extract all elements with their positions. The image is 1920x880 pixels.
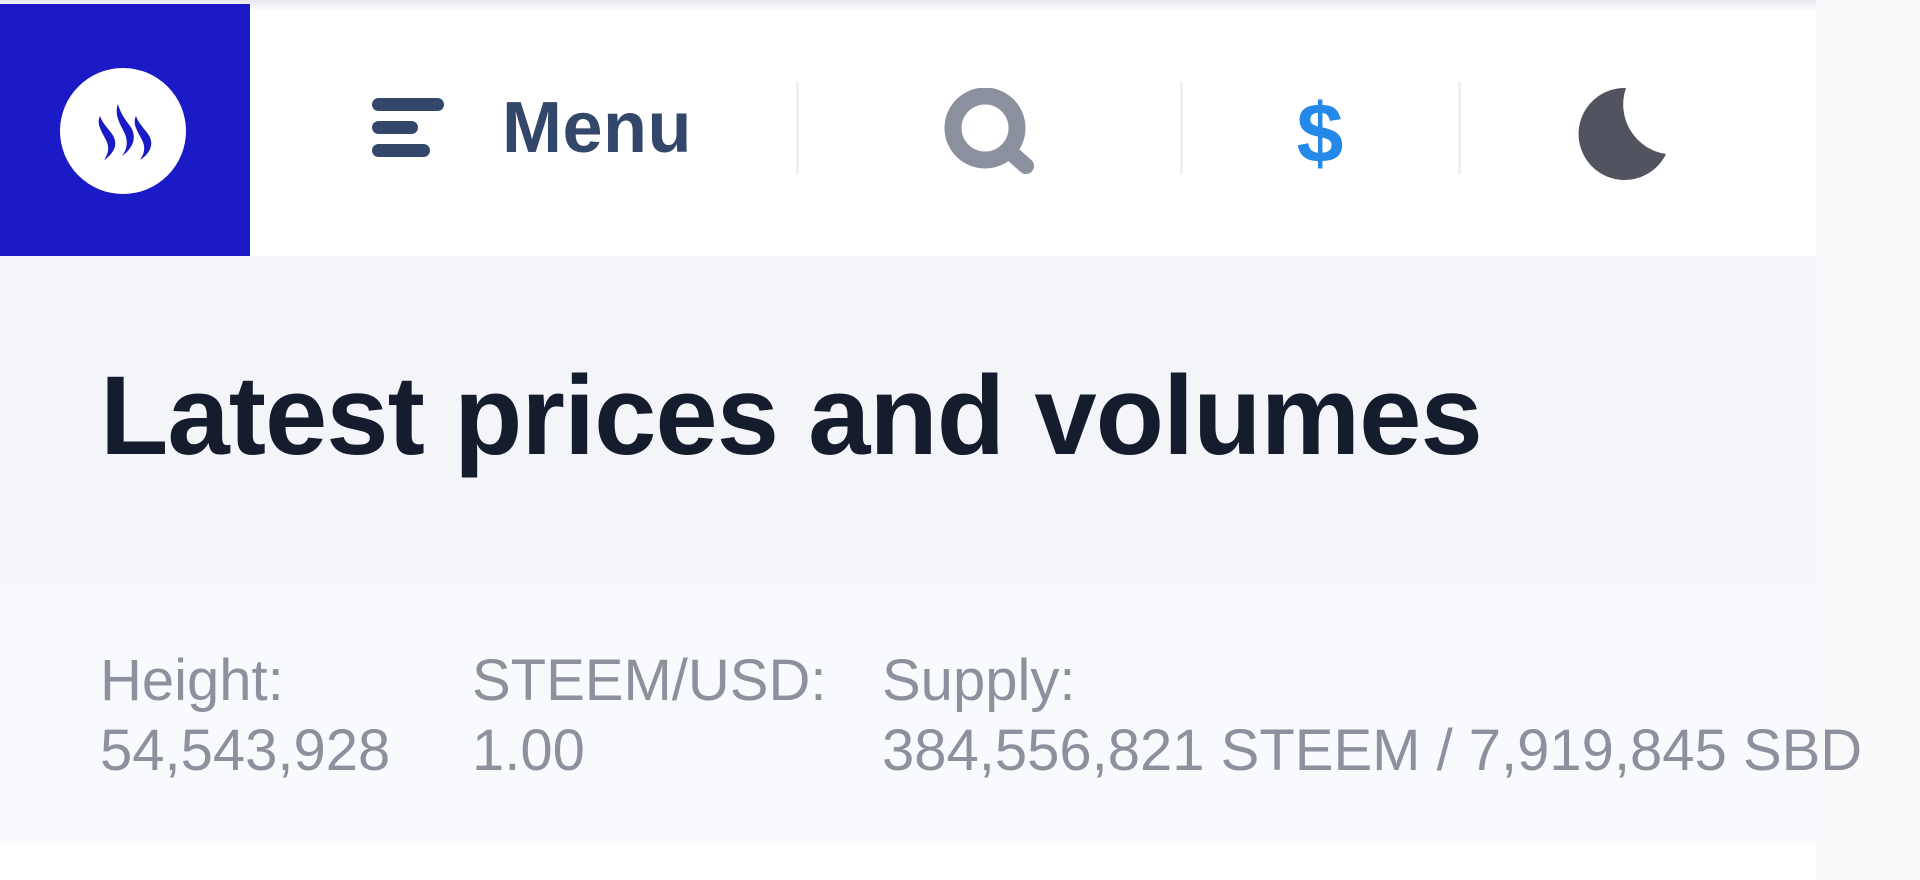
menu-button[interactable]: Menu: [370, 88, 692, 168]
dollar-icon: $: [1296, 86, 1344, 180]
menu-icon: [372, 98, 444, 157]
moon-icon: [1578, 87, 1666, 180]
theme-toggle-button[interactable]: [1564, 78, 1674, 188]
search-icon: [944, 88, 1034, 174]
stat-price: STEEM/USD: 1.00: [472, 646, 827, 786]
menu-label: Menu: [502, 88, 692, 168]
home-logo-link[interactable]: [0, 4, 250, 256]
page-title: Latest prices and volumes: [100, 353, 1483, 478]
navbar-divider: [796, 82, 799, 174]
stat-label: Supply:: [882, 648, 1076, 713]
navbar-shadow: [0, 0, 1816, 12]
currency-button[interactable]: $: [1290, 86, 1350, 180]
navbar-divider: [1458, 82, 1461, 174]
search-button[interactable]: [940, 88, 1040, 174]
stat-value: 1.00: [472, 718, 585, 783]
stat-label: STEEM/USD:: [472, 648, 827, 713]
navbar-divider: [1180, 82, 1183, 174]
steem-logo-icon: [60, 68, 186, 194]
stat-height: Height: 54,543,928: [100, 646, 390, 786]
stat-supply: Supply: 384,556,821 STEEM / 7,919,845 SB…: [882, 646, 1862, 786]
stat-value: 384,556,821 STEEM / 7,919,845 SBD: [882, 718, 1863, 783]
stat-label: Height:: [100, 648, 284, 713]
top-navbar: Menu $: [0, 0, 1816, 256]
stat-value: 54,543,928: [100, 718, 391, 783]
